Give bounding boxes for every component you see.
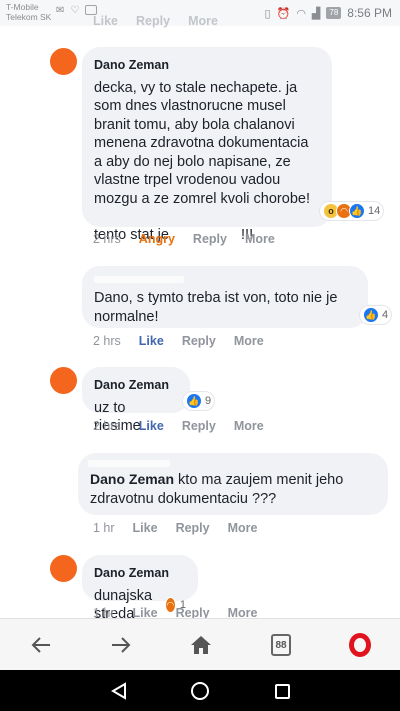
health-icon: ♡ [70, 5, 80, 16]
more-link[interactable]: More [188, 14, 218, 28]
comment-actions: 2 hrs Like Reply More [93, 419, 264, 433]
timestamp[interactable]: 2 hrs [93, 334, 121, 348]
avatar[interactable] [50, 48, 77, 75]
android-recents-icon[interactable] [271, 680, 293, 702]
alarm-icon: ⏰ [276, 7, 291, 20]
reply-button[interactable]: Reply [182, 419, 216, 433]
comment-actions: 1 hr Like Reply More [93, 521, 257, 535]
comment-actions: 2 hrs Angry Reply More [93, 232, 275, 246]
opera-menu-icon[interactable] [345, 631, 375, 659]
like-reaction-icon: 👍 [363, 307, 379, 323]
reaction-count: 14 [368, 205, 381, 217]
top-partial-actions: Like Reply More [93, 14, 218, 28]
browser-toolbar: 88 [0, 618, 400, 670]
like-button[interactable]: Like [133, 521, 158, 535]
reply-button[interactable]: Reply [176, 521, 210, 535]
author-name[interactable]: Dano Zeman [94, 564, 186, 583]
like-reaction-icon: 👍 [349, 203, 365, 219]
reaction-count: 9 [205, 395, 212, 407]
redacted-text [88, 460, 170, 467]
reactions-summary[interactable]: 👍 4 [360, 306, 392, 324]
comment-bubble: Dano Zeman uz to riesime. [82, 367, 190, 434]
like-link[interactable]: Like [93, 14, 118, 28]
author-name[interactable]: Dano Zeman [94, 376, 178, 395]
comment-actions: 2 hrs Like Reply More [93, 334, 264, 348]
android-home-icon[interactable] [189, 680, 211, 702]
carrier-line-1: T-Mobile [6, 2, 39, 12]
more-button[interactable]: More [228, 521, 258, 535]
tabs-button[interactable]: 88 [266, 631, 296, 659]
vibrate-icon: ▯ [264, 7, 271, 20]
comment-body: Dano Zeman kto ma zaujem menit jeho zdra… [90, 470, 376, 508]
avatar[interactable] [50, 266, 77, 293]
system-icons: ▯ ⏰ ◠ ▟ 78 8:56 PM [265, 6, 392, 20]
comment-bubble: Dano Zeman decka, vy to stale nechapete.… [82, 47, 332, 243]
more-button[interactable]: More [234, 334, 264, 348]
comment-text: decka, vy to stale nechapete. ja som dne… [94, 79, 310, 207]
notification-icons: ✉ ♡ [56, 5, 98, 16]
angry-reaction-button[interactable]: Angry [139, 232, 175, 246]
forward-arrow-icon[interactable] [106, 631, 136, 659]
like-button[interactable]: Like [139, 419, 164, 433]
battery-indicator: 78 [326, 7, 342, 19]
author-name[interactable]: Dano Zeman [94, 56, 320, 75]
author-name[interactable]: Dano Zeman [90, 471, 174, 487]
android-nav-bar [0, 670, 400, 711]
reply-button[interactable]: Reply [193, 232, 227, 246]
comment-bubble: Dano, s tymto treba ist von, toto nie je… [82, 266, 368, 328]
timestamp[interactable]: 1 hr [93, 521, 115, 535]
carrier: T-Mobile Telekom SK [6, 2, 51, 22]
avatar[interactable] [50, 555, 77, 582]
reply-button[interactable]: Reply [182, 334, 216, 348]
like-reaction-icon: 👍 [186, 393, 202, 409]
more-button[interactable]: More [245, 232, 275, 246]
timestamp[interactable]: 2 hrs [93, 232, 121, 246]
clock: 8:56 PM [347, 6, 392, 20]
avatar[interactable] [50, 367, 77, 394]
comment-bubble: Dano Zeman dunajska streda ◠ 1 [82, 555, 198, 622]
home-icon[interactable] [186, 631, 216, 659]
mail-icon: ✉ [56, 5, 65, 16]
timestamp[interactable]: 2 hrs [93, 419, 121, 433]
comment-bubble: Dano Zeman kto ma zaujem menit jeho zdra… [78, 453, 388, 515]
like-button[interactable]: Like [139, 334, 164, 348]
reply-link[interactable]: Reply [136, 14, 170, 28]
signal-icon: ▟ [311, 7, 321, 20]
reaction-count: 4 [382, 309, 389, 321]
back-arrow-icon[interactable] [26, 631, 56, 659]
tab-count: 88 [271, 634, 291, 656]
android-back-icon[interactable] [108, 680, 130, 702]
redacted-author [94, 276, 184, 283]
reactions-summary[interactable]: 👍 9 [183, 392, 215, 410]
reactions-summary[interactable]: o ◠ 👍 14 [320, 202, 384, 220]
carrier-line-2: Telekom SK [6, 12, 52, 22]
wifi-icon: ◠ [296, 7, 306, 20]
comment-text: Dano, s tymto treba ist von, toto nie je… [94, 290, 338, 325]
more-button[interactable]: More [234, 419, 264, 433]
